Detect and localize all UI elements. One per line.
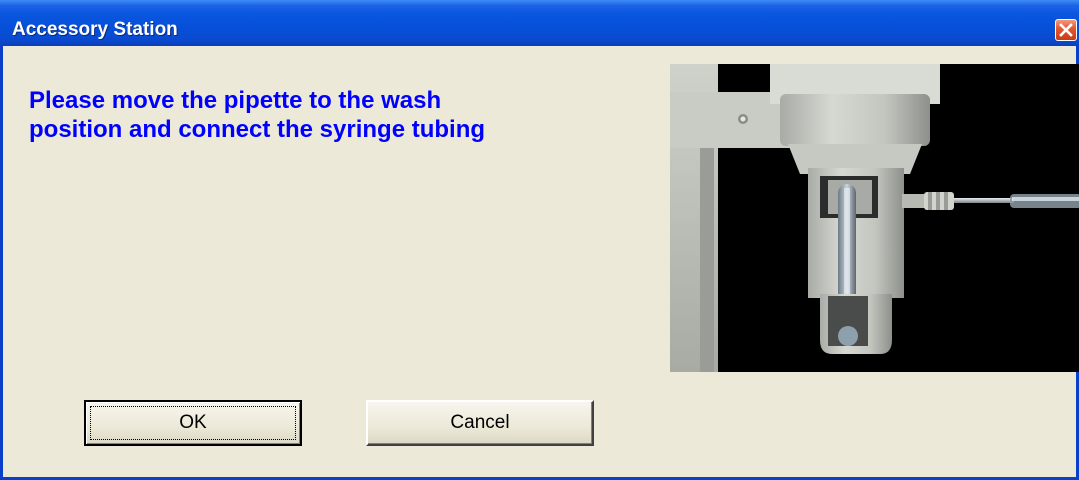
wash-station-photo xyxy=(670,64,1079,372)
instruction-line-1: Please move the pipette to the wash xyxy=(29,87,442,114)
ok-button[interactable]: OK xyxy=(84,400,302,446)
focus-rectangle xyxy=(90,406,296,440)
accessory-station-dialog: Accessory Station Please move the pipett… xyxy=(0,0,1079,480)
close-button[interactable] xyxy=(1055,19,1077,41)
cancel-button[interactable]: Cancel xyxy=(366,400,594,446)
title-bar[interactable]: Accessory Station xyxy=(0,0,1079,46)
close-icon xyxy=(1059,23,1073,37)
cancel-button-label: Cancel xyxy=(450,412,510,433)
window-title: Accessory Station xyxy=(12,19,178,40)
instruction-message: Please move the pipette to the wash posi… xyxy=(29,86,629,144)
instruction-line-2: position and connect the syringe tubing xyxy=(29,116,486,143)
wash-station-illustration xyxy=(670,64,1079,372)
